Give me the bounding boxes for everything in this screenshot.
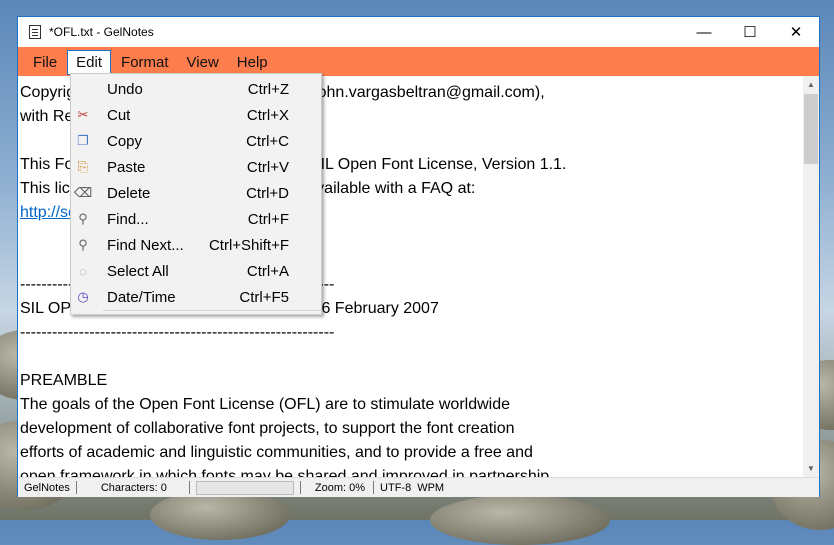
undo-icon: [75, 81, 91, 97]
magnifier-icon: ⚲: [78, 237, 88, 252]
background-rock: [430, 495, 610, 545]
menu-item-shortcut: Ctrl+Shift+F: [208, 236, 289, 254]
menu-item-paste[interactable]: ⎘ Paste Ctrl+V: [71, 154, 321, 180]
menu-item-shortcut: Ctrl+F5: [239, 288, 289, 306]
menu-item-shortcut: Ctrl+D: [246, 184, 289, 202]
delete-icon: ⌫: [73, 185, 93, 200]
editor-text-line: PREAMBLE: [20, 372, 108, 389]
editor-text-line: The goals of the Open Font License (OFL)…: [20, 396, 511, 413]
window-title: *OFL.txt - GelNotes: [49, 25, 154, 39]
status-encoding: UTF-8: [380, 481, 412, 494]
minimize-button[interactable]: —: [681, 17, 727, 47]
menu-item-shortcut: Ctrl+C: [246, 132, 289, 150]
menu-item-find[interactable]: ⚲ Find... Ctrl+F: [71, 206, 321, 232]
menu-item-label: Date/Time: [107, 288, 176, 306]
menu-item-cut[interactable]: ✂ Cut Ctrl+X: [71, 102, 321, 128]
magnifier-icon: ⚲: [78, 211, 88, 226]
menu-format[interactable]: Format: [113, 48, 177, 75]
menu-bar: File Edit Format View Help: [18, 47, 819, 76]
scissors-icon: ✂: [77, 107, 89, 122]
close-button[interactable]: ✕: [773, 17, 819, 47]
menu-item-delete[interactable]: ⌫ Delete Ctrl+D: [71, 180, 321, 206]
editor-text-line: ----------------------------------------…: [20, 324, 335, 341]
menu-item-shortcut: Ctrl+F: [247, 210, 289, 228]
menu-item-find-next[interactable]: ⚲ Find Next... Ctrl+Shift+F: [71, 232, 321, 258]
status-divider: [188, 481, 190, 494]
editor-text-line: open framework in which fonts may be sha…: [20, 468, 550, 477]
menu-item-date-time[interactable]: ◷ Date/Time Ctrl+F5: [71, 284, 321, 310]
menu-view[interactable]: View: [179, 48, 227, 75]
title-bar[interactable]: *OFL.txt - GelNotes — ☐ ✕: [18, 17, 819, 47]
menu-item-shortcut: Ctrl+A: [246, 262, 289, 280]
menu-item-label: Find Next...: [107, 236, 184, 254]
editor-text-line: development of collaborative font projec…: [20, 420, 515, 437]
status-progress-bar: [195, 480, 294, 495]
menu-item-shortcut: Ctrl+X: [246, 106, 289, 124]
scroll-thumb[interactable]: [804, 94, 818, 164]
menu-item-label: Undo: [107, 80, 143, 98]
editor-text-line: efforts of academic and linguistic commu…: [20, 444, 533, 461]
menu-item-label: Select All: [107, 262, 169, 280]
menu-bottom-divider: [103, 310, 321, 311]
menu-item-undo[interactable]: Undo Ctrl+Z: [71, 76, 321, 102]
menu-item-select-all[interactable]: ◌ Select All Ctrl+A: [71, 258, 321, 284]
menu-file[interactable]: File: [25, 48, 65, 75]
menu-help[interactable]: Help: [229, 48, 276, 75]
edit-menu-dropdown: Undo Ctrl+Z ✂ Cut Ctrl+X ❐ Copy Ctrl+C ⎘ Paste Ctr…: [70, 73, 322, 315]
paste-icon: ⎘: [77, 159, 89, 174]
copy-icon: ❐: [77, 133, 89, 148]
window-controls: — ☐ ✕: [681, 17, 819, 47]
menu-item-label: Cut: [107, 106, 131, 124]
select-all-icon: ◌: [79, 263, 87, 279]
menu-item-label: Delete: [107, 184, 151, 202]
menu-edit[interactable]: Edit: [67, 49, 112, 75]
notepad-icon: [29, 25, 41, 39]
menu-item-label: Find...: [107, 210, 149, 228]
menu-item-shortcut: Ctrl+Z: [247, 80, 289, 98]
status-characters: Characters: 0: [100, 481, 167, 494]
clock-icon: ◷: [77, 289, 89, 304]
close-icon: ✕: [789, 24, 803, 41]
status-zoom: Zoom: 0%: [314, 481, 366, 494]
status-app-name: GelNotes: [24, 481, 70, 494]
maximize-button[interactable]: ☐: [727, 17, 773, 47]
status-bar: GelNotes Characters: 0 Zoom: 0% UTF-8 WP…: [18, 477, 819, 497]
maximize-icon: ☐: [743, 24, 757, 41]
status-mode: WPM: [417, 481, 445, 494]
scroll-up-icon[interactable]: ▲: [803, 76, 819, 93]
menu-item-label: Copy: [107, 132, 143, 150]
menu-item-label: Paste: [107, 158, 146, 176]
menu-item-shortcut: Ctrl+V: [246, 158, 289, 176]
minimize-icon: —: [696, 23, 712, 41]
vertical-scrollbar[interactable]: ▲ ▼: [803, 76, 819, 477]
background-rock: [150, 490, 290, 540]
scroll-down-icon[interactable]: ▼: [803, 460, 819, 477]
menu-item-copy[interactable]: ❐ Copy Ctrl+C: [71, 128, 321, 154]
